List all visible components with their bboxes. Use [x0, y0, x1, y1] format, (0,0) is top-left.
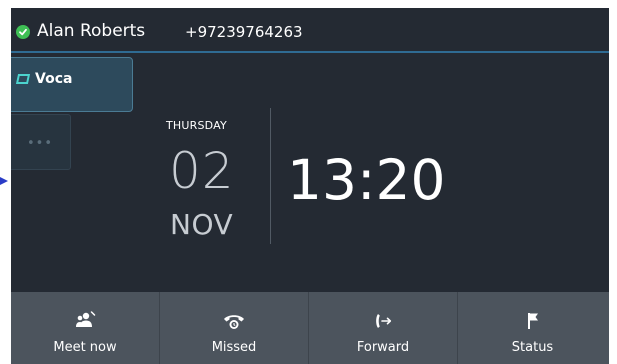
line-key-label: Voca: [35, 71, 73, 87]
line-key-icon: [15, 74, 31, 84]
status-label: Status: [511, 340, 554, 355]
phone-display-frame: Alan Roberts +97239764263 Voca ••• THURS…: [0, 0, 617, 364]
people-add-icon: [11, 311, 159, 333]
more-dots-icon: •••: [27, 136, 54, 151]
status-header: Alan Roberts +97239764263: [11, 8, 609, 53]
meet-now-button[interactable]: Meet now: [11, 292, 160, 364]
softkey-bar: Meet now Missed Forward Status: [11, 292, 609, 364]
forward-label: Forward: [356, 340, 410, 355]
weekday-label: THURSDAY: [166, 119, 227, 132]
flag-icon: [458, 311, 607, 333]
missed-label: Missed: [211, 340, 257, 355]
line-key-voca[interactable]: Voca: [11, 57, 133, 112]
phone-screen: Alan Roberts +97239764263 Voca ••• THURS…: [11, 8, 609, 364]
forward-button[interactable]: Forward: [309, 292, 458, 364]
call-forward-icon: [309, 311, 457, 333]
phone-missed-icon: [160, 311, 308, 333]
meet-now-label: Meet now: [53, 340, 117, 355]
status-button[interactable]: Status: [458, 292, 607, 364]
clock-time: 13:20: [287, 148, 446, 212]
user-name: Alan Roberts: [37, 21, 146, 41]
check-circle-icon: [16, 25, 30, 39]
clock-divider: [270, 108, 271, 244]
more-keys-button[interactable]: •••: [11, 114, 71, 170]
month-label: NOV: [170, 208, 234, 241]
missed-button[interactable]: Missed: [160, 292, 309, 364]
user-number: +97239764263: [185, 23, 303, 41]
day-of-month: 02: [169, 142, 235, 200]
